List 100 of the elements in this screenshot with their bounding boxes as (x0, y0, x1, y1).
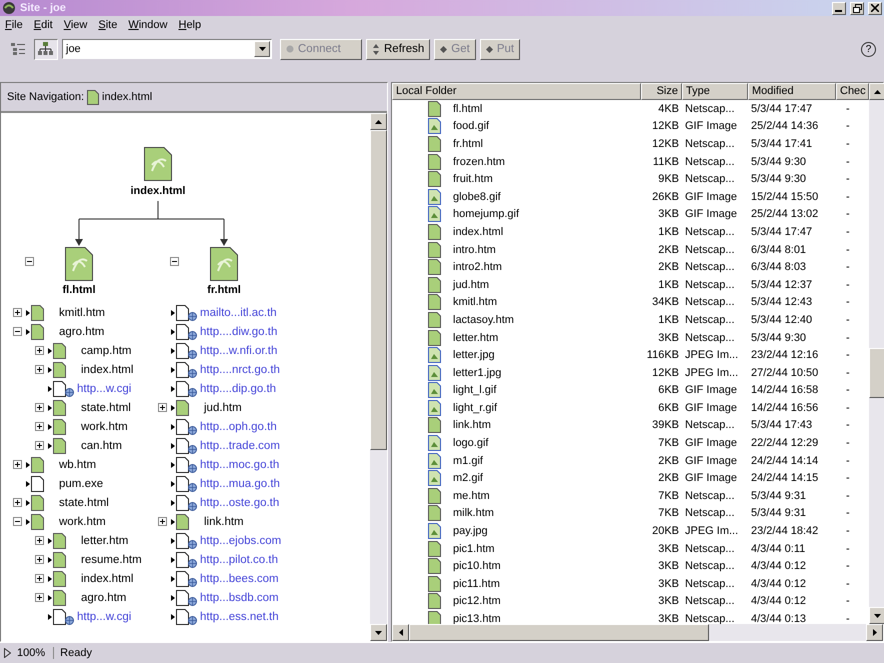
file-name[interactable]: intro.htm (453, 244, 496, 256)
file-name[interactable]: milk.htm (453, 507, 494, 520)
menu-item[interactable]: Edit (34, 19, 53, 31)
file-name[interactable]: lactasoy.htm (453, 314, 514, 326)
file-label[interactable]: agro.htm (59, 326, 104, 338)
expand-toggle[interactable] (158, 517, 167, 526)
expand-toggle[interactable] (35, 441, 44, 450)
file-label[interactable]: work.htm (81, 420, 128, 432)
file-name[interactable]: light_r.gif (453, 402, 498, 414)
file-name[interactable]: fruit.htm (453, 173, 493, 186)
site-map-view-button[interactable] (34, 38, 58, 60)
restore-button[interactable] (850, 2, 864, 14)
file-name[interactable]: letter.jpg (453, 349, 495, 362)
expand-toggle[interactable] (158, 403, 167, 412)
expand-toggle[interactable] (13, 517, 22, 526)
menu-item[interactable]: Help (178, 19, 202, 31)
file-label[interactable]: agro.htm (81, 592, 126, 604)
link-label[interactable]: http...w.cgi (77, 382, 132, 394)
link-label[interactable]: http...moc.go.th (200, 458, 280, 470)
link-label[interactable]: http...bees.com (200, 572, 279, 584)
minimize-button[interactable] (832, 2, 846, 14)
file-name[interactable]: pay.jpg (453, 525, 488, 538)
file-name[interactable]: m2.gif (453, 472, 483, 484)
page-icon[interactable] (210, 247, 238, 281)
file-label[interactable]: pum.exe (59, 478, 104, 490)
file-label[interactable]: wb.htm (59, 458, 96, 470)
file-label[interactable]: work.htm (59, 516, 106, 528)
file-name[interactable]: index.html (453, 226, 504, 238)
menu-item[interactable]: Site (98, 19, 118, 31)
column-header[interactable]: Local Folder (392, 83, 641, 100)
expand-toggle[interactable] (35, 346, 44, 355)
expand-toggle[interactable] (35, 593, 44, 602)
expand-toggle[interactable] (170, 257, 179, 266)
link-label[interactable]: http...pilot.co.th (200, 554, 278, 566)
horizontal-scrollbar[interactable] (392, 624, 883, 641)
file-label[interactable]: state.html (59, 496, 109, 508)
page-icon[interactable] (65, 247, 93, 281)
expand-toggle[interactable] (35, 403, 44, 412)
column-header[interactable]: Modified (748, 83, 836, 100)
file-name[interactable]: frozen.htm (453, 156, 505, 168)
site-dropdown[interactable]: joe (62, 39, 272, 59)
close-button[interactable] (868, 2, 882, 14)
file-label[interactable]: kmitl.htm (59, 306, 105, 318)
link-label[interactable]: http...w.nfi.or.th (200, 344, 278, 356)
expand-toggle[interactable] (13, 460, 22, 469)
file-name[interactable]: pic10.htm (453, 560, 501, 572)
column-header[interactable]: Size (641, 83, 682, 100)
file-name[interactable]: kmitl.htm (453, 296, 497, 308)
file-name[interactable]: pic1.htm (453, 542, 495, 555)
file-label[interactable]: index.html (81, 572, 134, 584)
scrollbar-thumb[interactable] (370, 130, 387, 450)
file-name[interactable]: globe8.gif (453, 190, 501, 203)
file-name[interactable]: pic11.htm (453, 578, 500, 590)
file-label[interactable]: state.html (81, 402, 131, 414)
scrollbar-thumb[interactable] (869, 348, 884, 398)
file-label[interactable]: index.html (81, 364, 134, 376)
vertical-scrollbar[interactable] (370, 113, 387, 641)
file-label[interactable]: camp.htm (81, 344, 132, 356)
file-name[interactable]: food.gif (453, 120, 490, 132)
file-name[interactable]: jud.htm (453, 278, 490, 291)
link-label[interactable]: http....nrct.go.th (200, 364, 280, 376)
file-name[interactable]: fr.html (453, 138, 483, 150)
link-label[interactable]: http...w.cgi (77, 610, 132, 622)
help-button[interactable]: ? (861, 42, 876, 56)
link-label[interactable]: http....dip.go.th (200, 382, 276, 394)
link-label[interactable]: mailto...itl.ac.th (200, 306, 277, 318)
link-label[interactable]: http....diw.go.th (200, 326, 278, 338)
link-label[interactable]: http...ejobs.com (200, 534, 282, 546)
file-name[interactable]: pic12.htm (453, 595, 501, 608)
expand-toggle[interactable] (35, 422, 44, 431)
file-name[interactable]: homejump.gif (453, 208, 520, 220)
menu-item[interactable]: View (64, 19, 88, 31)
file-name[interactable]: fl.html (453, 102, 482, 115)
expand-toggle[interactable] (25, 257, 34, 266)
file-name[interactable]: letter.htm (453, 332, 498, 344)
scrollbar-thumb[interactable] (409, 624, 709, 641)
refresh-button[interactable]: Refresh (366, 38, 430, 60)
file-label[interactable]: link.htm (204, 516, 244, 528)
link-label[interactable]: http...oste.go.th (200, 496, 280, 508)
file-label[interactable]: can.htm (81, 440, 122, 452)
file-name[interactable]: letter1.jpg (453, 366, 502, 379)
link-label[interactable]: http...trade.com (200, 440, 280, 452)
vertical-scrollbar[interactable] (869, 83, 884, 624)
link-label[interactable]: http...bsdb.com (200, 592, 279, 604)
expand-toggle[interactable] (35, 574, 44, 583)
expand-toggle[interactable] (13, 308, 22, 317)
expand-toggle[interactable] (35, 555, 44, 564)
file-name[interactable]: pic13.htm (453, 613, 501, 626)
file-name[interactable]: me.htm (453, 490, 490, 502)
file-label[interactable]: resume.htm (81, 554, 142, 566)
expand-toggle[interactable] (13, 327, 22, 336)
expand-toggle[interactable] (35, 536, 44, 545)
file-label[interactable]: jud.htm (204, 402, 242, 414)
file-label[interactable]: letter.htm (81, 534, 128, 546)
menu-item[interactable]: File (5, 19, 23, 31)
file-name[interactable]: logo.gif (453, 437, 488, 450)
file-name[interactable]: m1.gif (453, 454, 483, 467)
link-label[interactable]: http...ess.net.th (200, 610, 279, 622)
link-label[interactable]: http...mua.go.th (200, 478, 280, 490)
link-label[interactable]: http...oph.go.th (200, 420, 277, 432)
